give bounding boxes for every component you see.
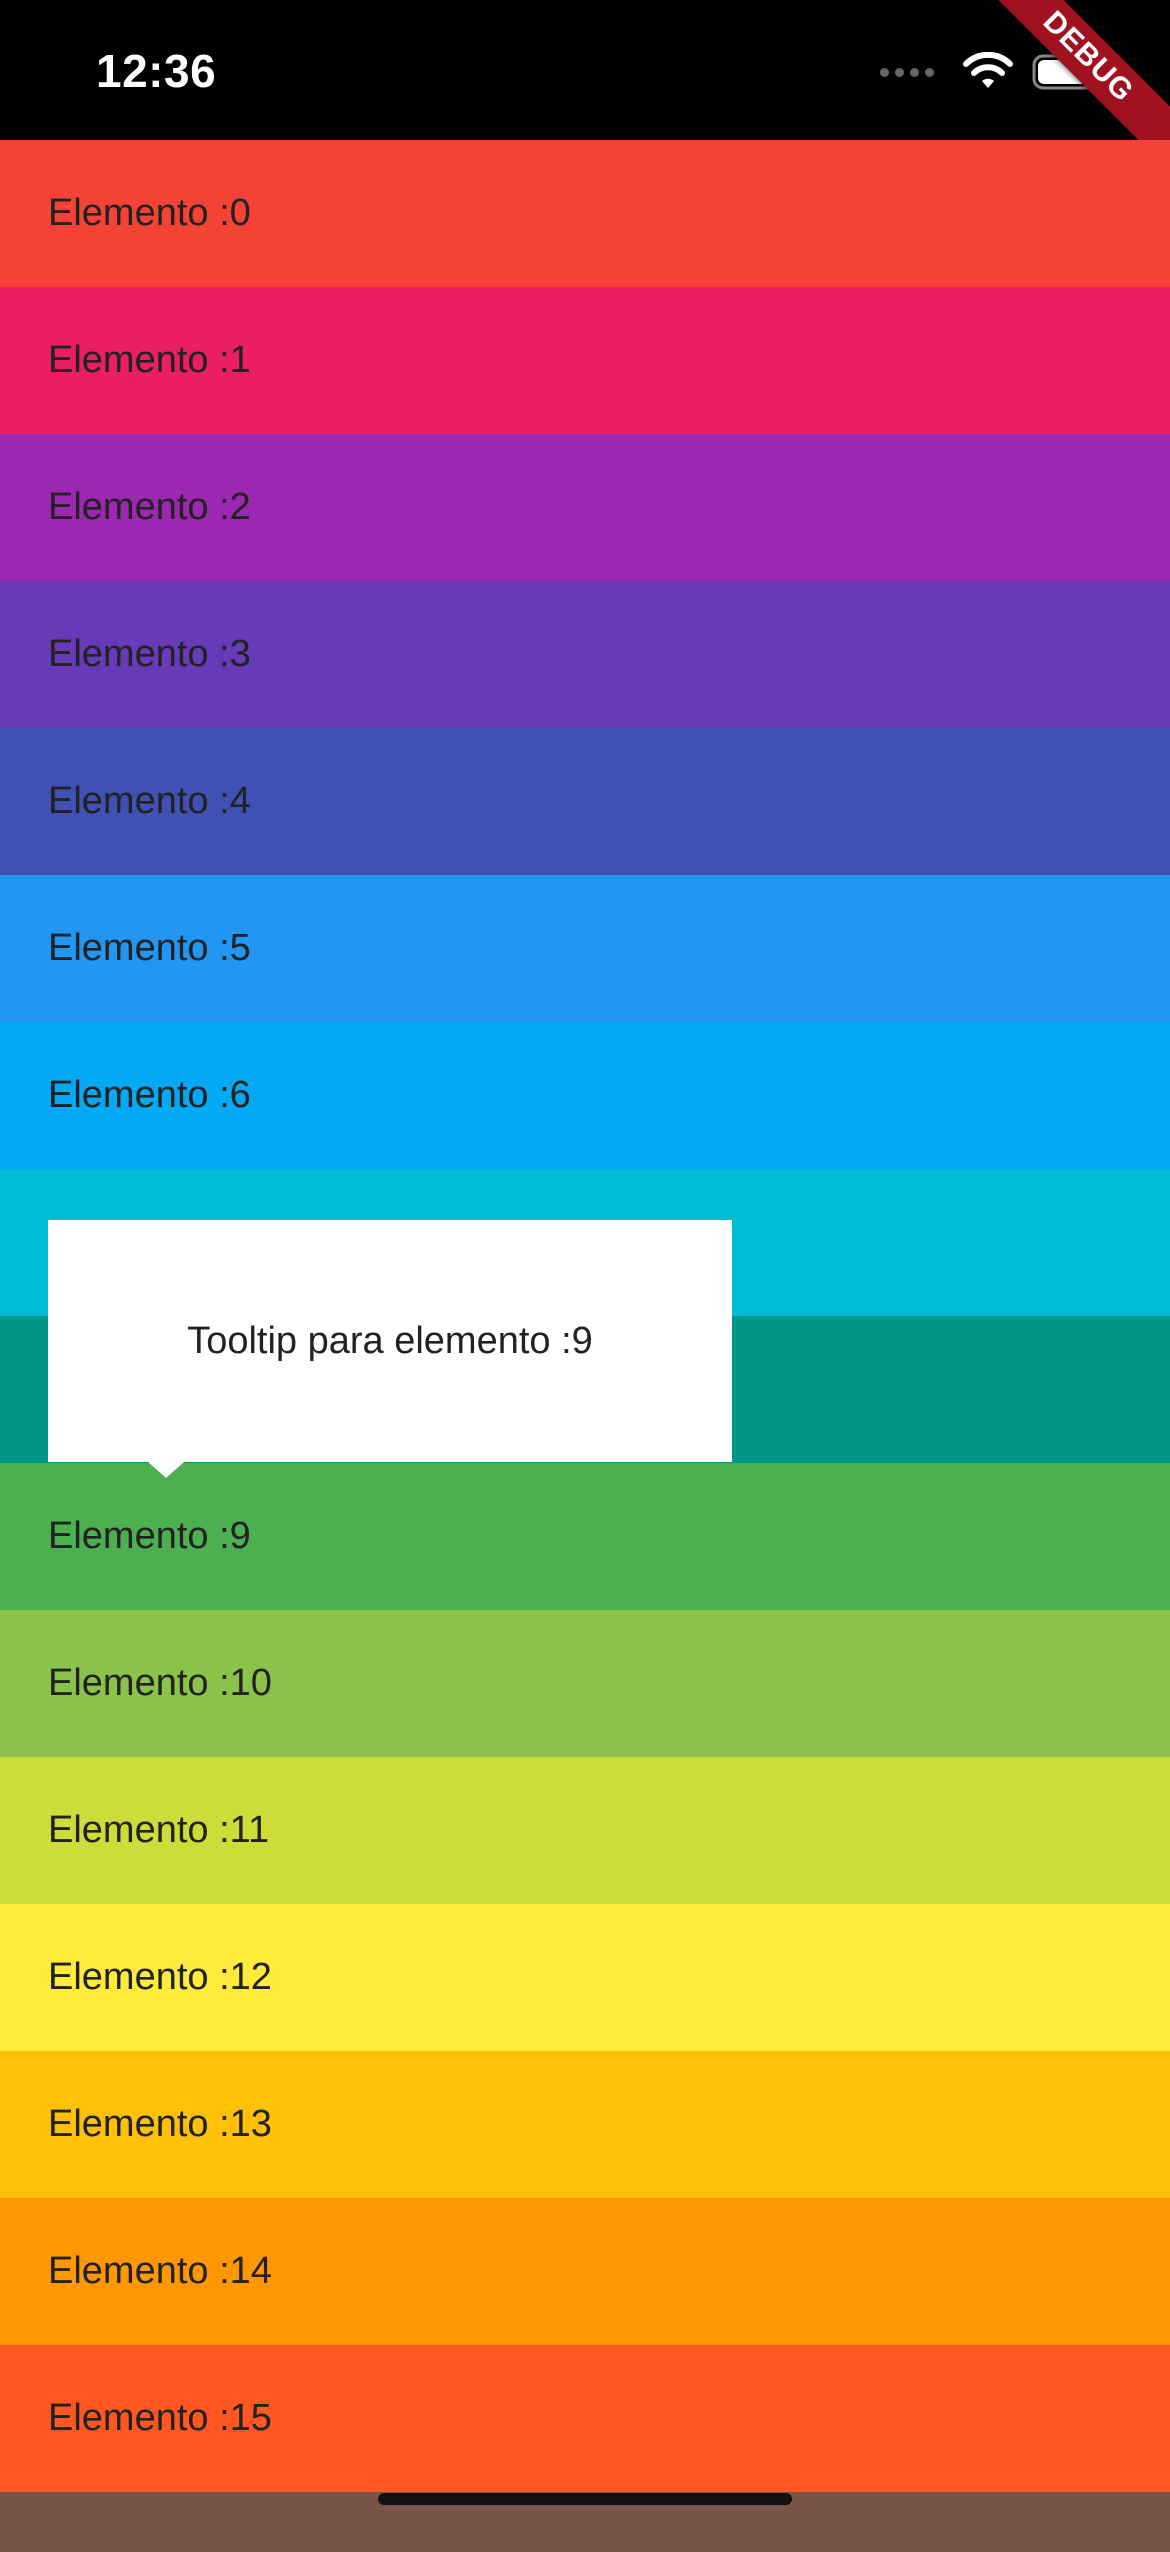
signal-dots-icon bbox=[880, 67, 934, 77]
wifi-icon bbox=[963, 52, 1013, 88]
list-item[interactable]: Elemento :1 bbox=[0, 287, 1170, 434]
list-item[interactable]: Elemento :12 bbox=[0, 1904, 1170, 2051]
list-item-label: Elemento :3 bbox=[48, 633, 251, 675]
list-item-label: Elemento :1 bbox=[48, 339, 251, 381]
list-item-label: Elemento :4 bbox=[48, 780, 251, 822]
list-item[interactable]: Elemento :6 bbox=[0, 1022, 1170, 1169]
tooltip-text: Tooltip para elemento :9 bbox=[187, 1319, 593, 1362]
list-item-label: Elemento :10 bbox=[48, 1662, 272, 1704]
status-time: 12:36 bbox=[96, 45, 217, 97]
list-item[interactable]: Elemento :2 bbox=[0, 434, 1170, 581]
list-item-label: Elemento :2 bbox=[48, 486, 251, 528]
list-item-label: Elemento :13 bbox=[48, 2103, 272, 2145]
list-item[interactable]: Elemento :4 bbox=[0, 728, 1170, 875]
list-item[interactable]: Elemento :9 bbox=[0, 1463, 1170, 1610]
list-item[interactable]: Elemento :13 bbox=[0, 2051, 1170, 2198]
list-item[interactable]: Elemento :14 bbox=[0, 2198, 1170, 2345]
list-item[interactable]: Elemento :0 bbox=[0, 140, 1170, 287]
list-item-label: Elemento :12 bbox=[48, 1956, 272, 1998]
list-item-label: Elemento :6 bbox=[48, 1074, 251, 1116]
list-item[interactable]: Elemento :5 bbox=[0, 875, 1170, 1022]
list-item-label: Elemento :11 bbox=[48, 1809, 270, 1851]
home-indicator[interactable] bbox=[378, 2493, 792, 2505]
list-item-label: Elemento :5 bbox=[48, 927, 251, 969]
list-item-label: Elemento :9 bbox=[48, 1515, 251, 1557]
status-bar: 12:36 DEBUG bbox=[0, 0, 1170, 180]
list-item[interactable]: Elemento :15 bbox=[0, 2345, 1170, 2492]
tooltip-arrow bbox=[148, 1462, 184, 1478]
list-item[interactable]: Elemento :3 bbox=[0, 581, 1170, 728]
list-item-label: Elemento :0 bbox=[48, 192, 251, 234]
list-item-label: Elemento :15 bbox=[48, 2397, 272, 2439]
list-item[interactable]: Elemento :11 bbox=[0, 1757, 1170, 1904]
list-item-label: Elemento :14 bbox=[48, 2250, 272, 2292]
tooltip: Tooltip para elemento :9 bbox=[48, 1220, 732, 1462]
list-item[interactable]: Elemento :10 bbox=[0, 1610, 1170, 1757]
